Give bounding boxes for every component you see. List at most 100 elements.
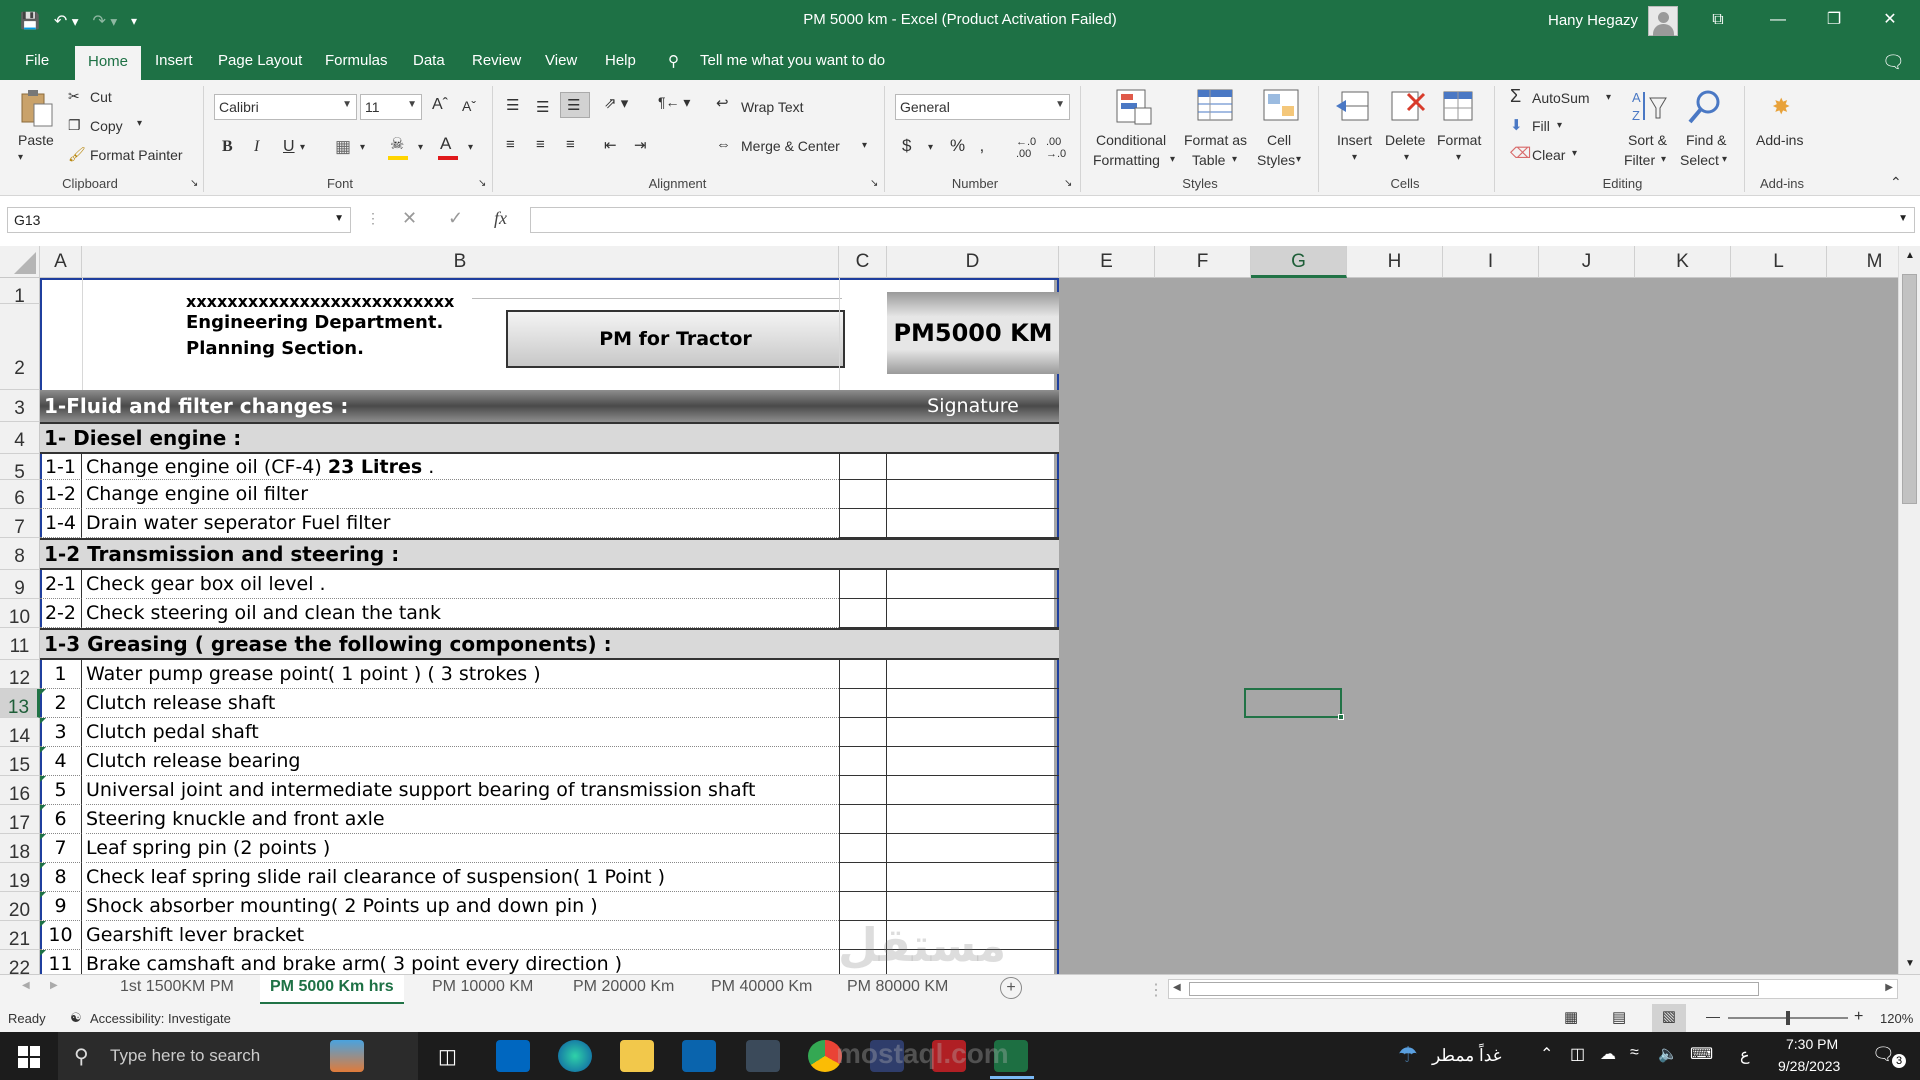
- header-section[interactable]: Planning Section.: [186, 338, 364, 359]
- transmission-item-2-no[interactable]: 2-2: [40, 599, 82, 628]
- zoom-slider[interactable]: [1728, 1011, 1848, 1025]
- grease-item-5-no[interactable]: 5: [40, 776, 82, 805]
- title-box[interactable]: PM for Tractor: [506, 310, 845, 368]
- diesel-item-1-no[interactable]: 1-1: [40, 454, 82, 480]
- paste-dropdown-icon[interactable]: ▾: [18, 152, 23, 163]
- subsection-transmission[interactable]: 1-2 Transmission and steering :: [40, 538, 1059, 570]
- font-launcher-icon[interactable]: ↘: [478, 178, 486, 189]
- find-select-button[interactable]: Find &: [1686, 132, 1726, 148]
- normal-view-icon[interactable]: ▦: [1564, 1008, 1578, 1026]
- ribbon-display-icon[interactable]: ⧉: [1690, 0, 1746, 42]
- underline-dropdown-icon[interactable]: ▾: [300, 142, 305, 153]
- column-header-c[interactable]: C: [839, 246, 887, 278]
- column-header-k[interactable]: K: [1635, 246, 1731, 278]
- app-icon[interactable]: [746, 1040, 780, 1072]
- clear-dropdown-icon[interactable]: ▾: [1572, 148, 1577, 159]
- format-as-table-button[interactable]: Format as: [1184, 132, 1247, 148]
- align-center-icon[interactable]: ≡: [536, 136, 545, 153]
- row-header-3[interactable]: 3: [0, 390, 40, 422]
- transmission-item-1-text[interactable]: Check gear box oil level .: [86, 570, 839, 599]
- borders-dropdown-icon[interactable]: ▾: [360, 142, 365, 153]
- grease-item-11-no[interactable]: 11: [40, 950, 82, 974]
- pm-label[interactable]: PM5000 KM: [887, 292, 1059, 374]
- grease-item-2-no[interactable]: 2: [40, 689, 82, 718]
- row-header-16[interactable]: 16: [0, 776, 40, 805]
- grease-item-4-text[interactable]: Clutch release bearing: [86, 747, 839, 776]
- insert-function-icon[interactable]: fx: [494, 208, 507, 229]
- align-left-icon[interactable]: ≡: [506, 136, 515, 153]
- diesel-item-2-signature-cell[interactable]: [887, 480, 1059, 509]
- zoom-slider-thumb[interactable]: [1786, 1011, 1790, 1025]
- worksheet-grid[interactable]: ABCDEFGHIJKLM 1 2 3 4 5 6 7 8 9 10 11 12 13 14 15 16 17 1…: [0, 246, 1920, 974]
- grease-item-7-check-cell[interactable]: [839, 834, 887, 863]
- windows-start-icon[interactable]: [18, 1046, 40, 1071]
- grease-item-10-text[interactable]: Gearshift lever bracket: [86, 921, 839, 950]
- percent-button[interactable]: %: [950, 136, 965, 156]
- tab-splitter-icon[interactable]: ⋮: [1148, 980, 1164, 1000]
- scroll-right-icon[interactable]: ▶: [1885, 982, 1893, 993]
- conditional-formatting-button[interactable]: Conditional: [1096, 132, 1166, 148]
- grease-item-1-signature-cell[interactable]: [887, 660, 1059, 689]
- grease-item-4-signature-cell[interactable]: [887, 747, 1059, 776]
- row-header-10[interactable]: 10: [0, 599, 40, 628]
- orientation-icon[interactable]: ⇗ ▾: [604, 94, 628, 112]
- zoom-out-icon[interactable]: —: [1706, 1008, 1720, 1024]
- diesel-item-3-signature-cell[interactable]: [887, 509, 1059, 538]
- merge-dropdown-icon[interactable]: ▾: [862, 140, 867, 151]
- news-thumbnail-icon[interactable]: [330, 1040, 364, 1072]
- vertical-scroll-thumb[interactable]: [1902, 274, 1917, 504]
- transmission-item-1-signature-cell[interactable]: [887, 570, 1059, 599]
- column-header-j[interactable]: J: [1539, 246, 1635, 278]
- column-header-f[interactable]: F: [1155, 246, 1251, 278]
- sheet-tab-pm-80000[interactable]: PM 80000 KM: [847, 978, 948, 1004]
- diesel-item-3-no[interactable]: 1-4: [40, 509, 82, 538]
- cell-styles-button[interactable]: Cell: [1267, 132, 1291, 148]
- grease-item-3-signature-cell[interactable]: [887, 718, 1059, 747]
- column-header-l[interactable]: L: [1731, 246, 1827, 278]
- header-department[interactable]: Engineering Department.: [186, 312, 443, 333]
- grease-item-6-text[interactable]: Steering knuckle and front axle: [86, 805, 839, 834]
- sort-filter-button[interactable]: Sort &: [1628, 132, 1667, 148]
- close-button[interactable]: ✕: [1862, 0, 1918, 42]
- merge-center-button[interactable]: Merge & Center: [741, 138, 840, 154]
- grease-item-1-no[interactable]: 1: [40, 660, 82, 689]
- prev-sheet-icon[interactable]: ◀: [22, 980, 30, 991]
- device-icon[interactable]: ◫: [1570, 1044, 1585, 1064]
- vertical-scrollbar[interactable]: ▲ ▼: [1898, 246, 1920, 974]
- insert-cells-button[interactable]: Insert: [1337, 132, 1372, 148]
- zoom-in-icon[interactable]: +: [1854, 1008, 1863, 1026]
- grease-item-8-no[interactable]: 8: [40, 863, 82, 892]
- grease-item-2-text[interactable]: Clutch release shaft: [86, 689, 839, 718]
- row-header-4[interactable]: 4: [0, 422, 40, 454]
- grease-item-5-text[interactable]: Universal joint and intermediate support…: [86, 776, 839, 805]
- diesel-item-3-check-cell[interactable]: [839, 509, 887, 538]
- header-code[interactable]: xxxxxxxxxxxxxxxxxxxxxxxxxx: [186, 292, 454, 311]
- sheet-tab-1st-1500km[interactable]: 1st 1500KM PM: [120, 978, 234, 1004]
- fill-color-dropdown-icon[interactable]: ▾: [418, 142, 423, 153]
- clipboard-launcher-icon[interactable]: ↘: [190, 178, 198, 189]
- sheet-tab-pm-40000[interactable]: PM 40000 Km: [711, 978, 812, 1004]
- align-bottom-button[interactable]: ☰: [560, 92, 590, 118]
- row-header-19[interactable]: 19: [0, 863, 40, 892]
- page-break-view-icon[interactable]: ▧: [1652, 1004, 1686, 1032]
- tab-insert[interactable]: Insert: [155, 52, 193, 69]
- cloud-icon[interactable]: ☁: [1600, 1044, 1616, 1064]
- grease-item-3-no[interactable]: 3: [40, 718, 82, 747]
- diesel-item-3-text[interactable]: Drain water seperator Fuel filter: [86, 509, 839, 538]
- keyboard-icon[interactable]: ⌨: [1690, 1044, 1713, 1064]
- grease-item-6-no[interactable]: 6: [40, 805, 82, 834]
- task-view-icon[interactable]: ◫: [438, 1044, 457, 1069]
- add-sheet-icon[interactable]: +: [1000, 977, 1022, 999]
- fill-color-icon[interactable]: ☠: [390, 134, 404, 154]
- grease-item-9-no[interactable]: 9: [40, 892, 82, 921]
- wifi-icon[interactable]: ≈: [1630, 1044, 1639, 1062]
- grease-item-5-signature-cell[interactable]: [887, 776, 1059, 805]
- formula-input[interactable]: ▼: [530, 207, 1915, 233]
- clock-time[interactable]: 7:30 PM: [1786, 1036, 1838, 1052]
- autosum-button[interactable]: AutoSum: [1532, 90, 1590, 106]
- column-header-b[interactable]: B: [82, 246, 839, 278]
- column-header-d[interactable]: D: [887, 246, 1059, 278]
- font-size-select[interactable]: 11 ▼: [360, 94, 422, 120]
- decrease-font-icon[interactable]: Aˇ: [462, 98, 476, 114]
- grease-item-2-signature-cell[interactable]: [887, 689, 1059, 718]
